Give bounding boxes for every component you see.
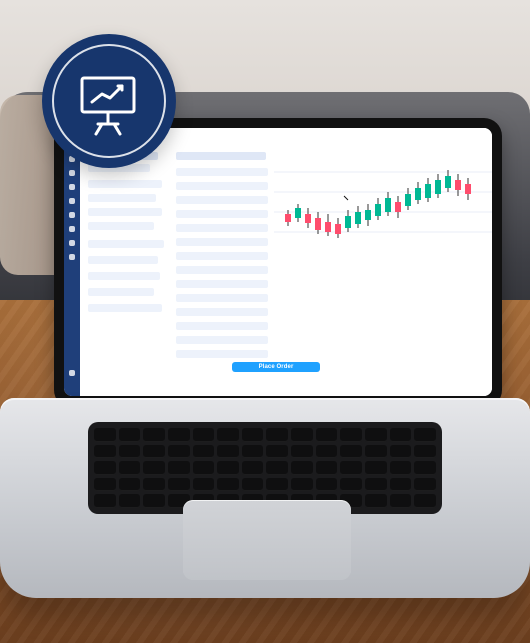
list-item [88,256,158,264]
order-ticket-row [176,266,268,274]
list-item [88,222,154,230]
photo-scene: Place Order [0,0,530,643]
place-order-label: Place Order [258,364,294,370]
rail-icon [69,184,75,190]
order-ticket-row [176,308,268,316]
rail-icon [69,198,75,204]
order-ticket-row [176,182,268,190]
chart-bg [274,152,492,252]
place-order-button[interactable]: Place Order [232,362,320,372]
rail-icon [69,254,75,260]
order-ticket-row [176,224,268,232]
order-ticket-header [176,152,266,160]
list-item [88,272,160,280]
order-ticket-row [176,252,268,260]
left-panel [80,142,169,396]
order-ticket-row [176,294,268,302]
candlestick-chart [274,152,492,252]
left-rail [64,128,80,396]
order-ticket-row [176,238,268,246]
rail-icon [69,226,75,232]
list-item [88,208,162,216]
laptop-screen: Place Order [64,128,492,396]
rail-icon [69,170,75,176]
order-ticket-row [176,280,268,288]
order-ticket-row [176,322,268,330]
list-item [88,288,154,296]
order-ticket-row [176,350,268,358]
rail-icon [69,212,75,218]
trackpad [183,500,351,580]
order-ticket-row [176,168,268,176]
list-item [88,304,162,312]
order-ticket-row [176,336,268,344]
list-item [88,240,164,248]
rail-icon [69,370,75,376]
list-item [88,180,162,188]
order-ticket-row [176,196,268,204]
trading-app: Place Order [64,128,492,396]
rail-icon [69,240,75,246]
price-chart [274,152,492,252]
list-item [88,194,156,202]
order-ticket-row [176,210,268,218]
middle-panel [168,142,275,396]
presentation-chart-icon [72,68,144,140]
